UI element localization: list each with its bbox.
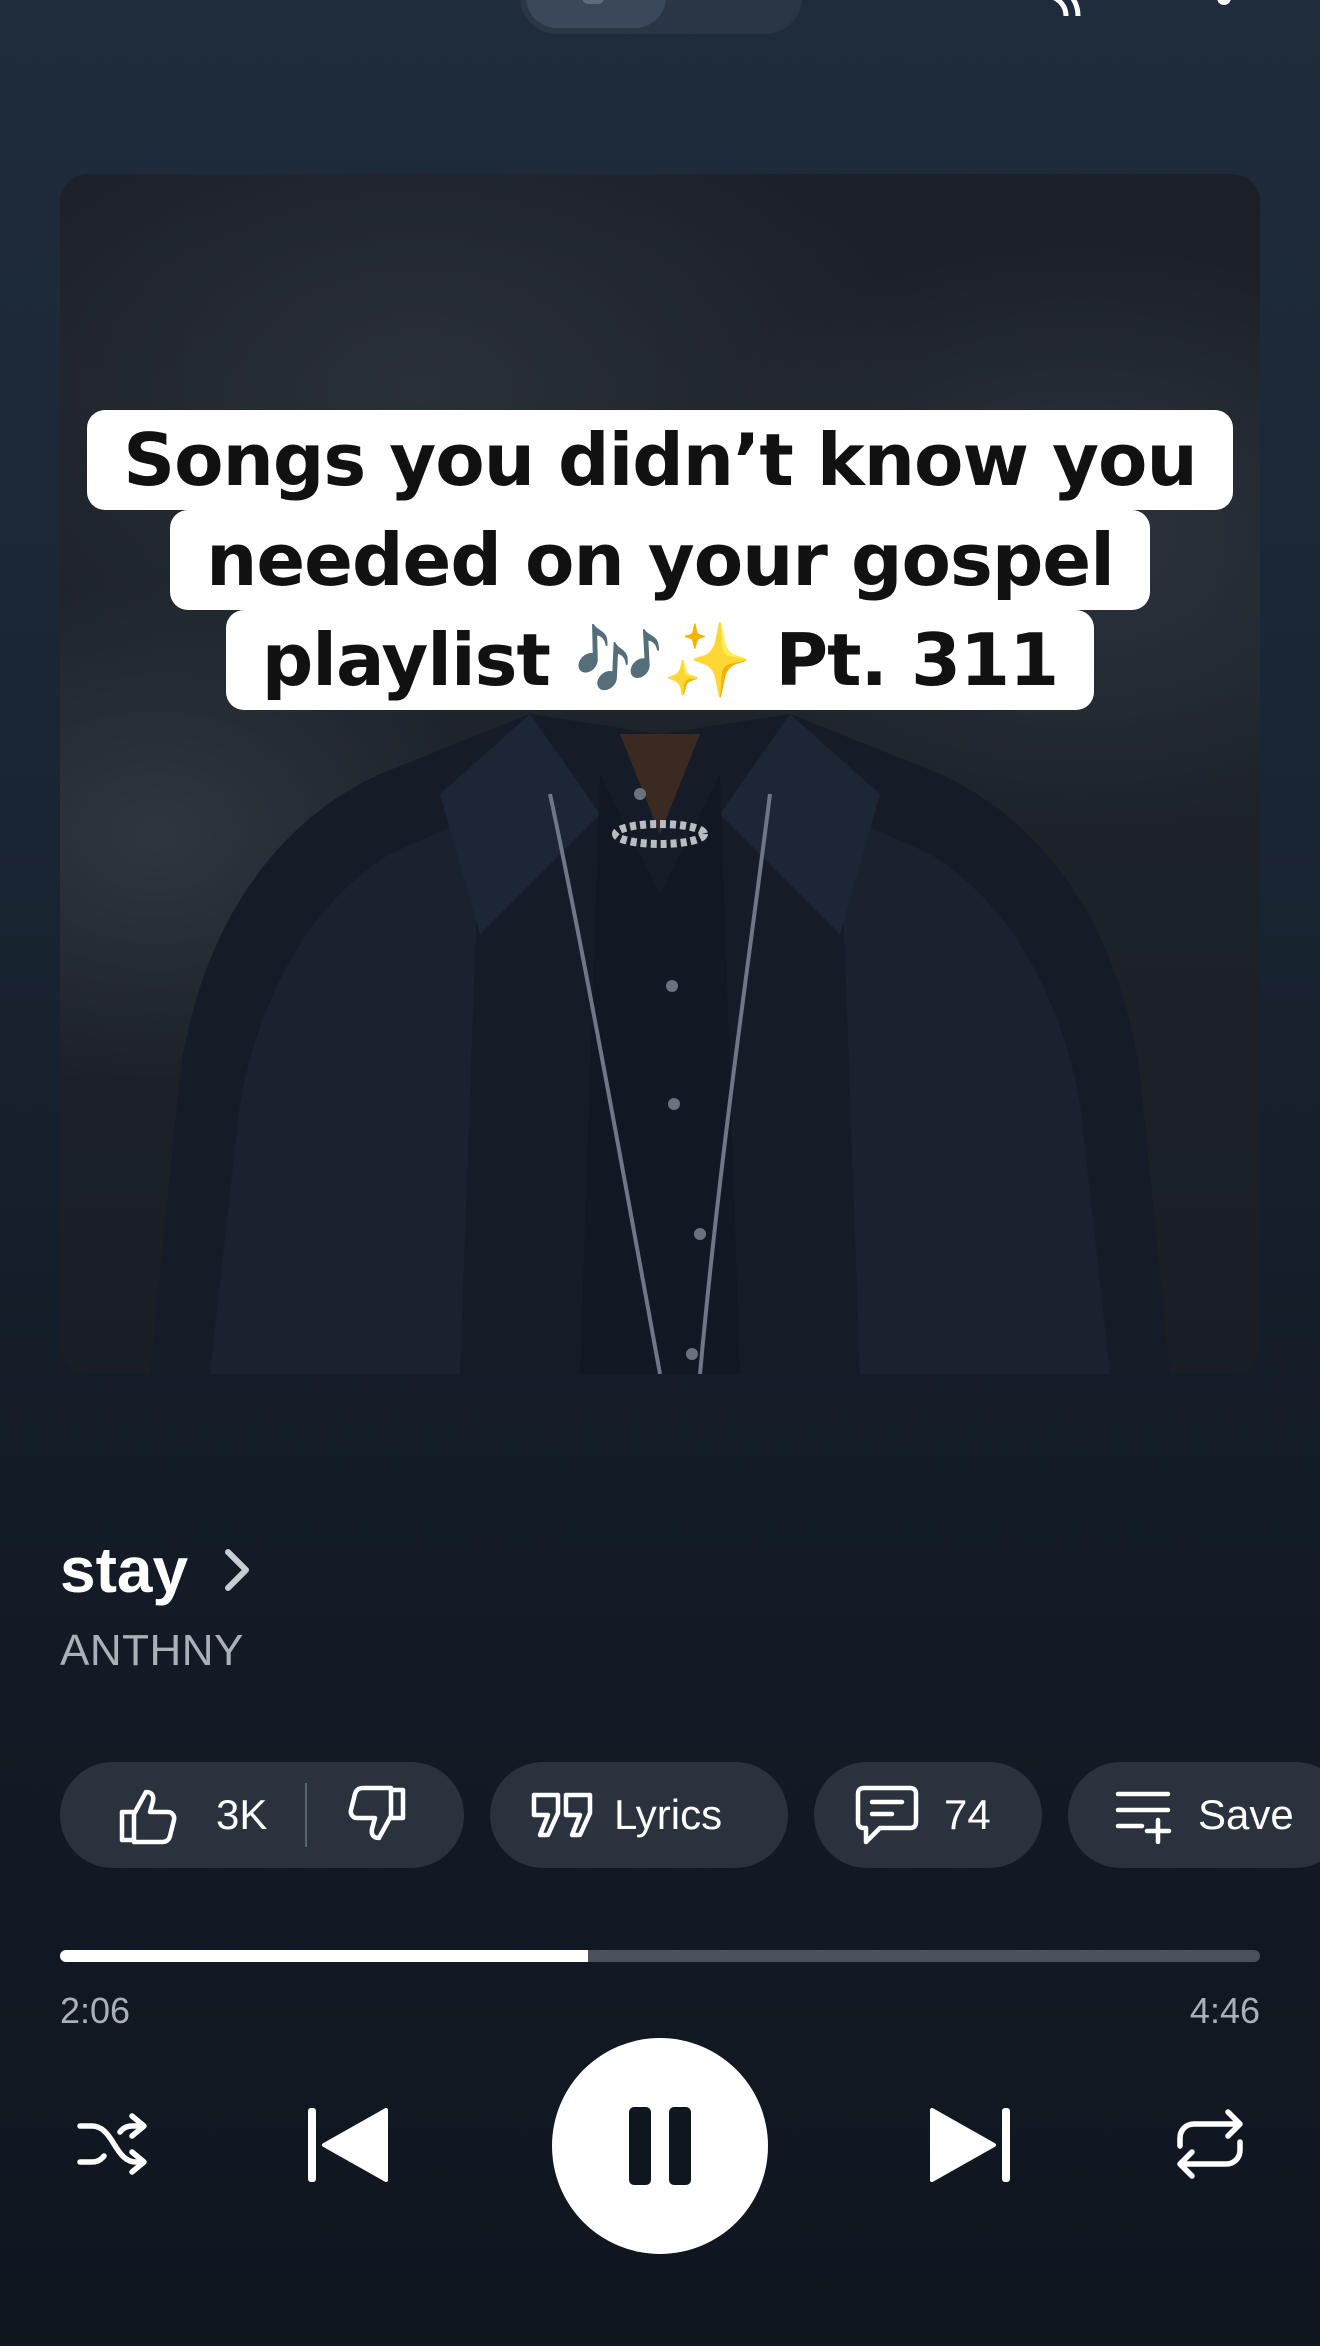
repeat-icon[interactable]: [1172, 2106, 1248, 2182]
view-toggle[interactable]: [520, 0, 802, 34]
caption-line: Songs you didn’t know you: [87, 410, 1233, 510]
comments-button[interactable]: 74: [814, 1762, 1042, 1868]
album-art-caption: Songs you didn’t know you needed on your…: [60, 410, 1260, 710]
elapsed-time: 2:06: [60, 1990, 131, 2031]
skip-next-icon[interactable]: [924, 2104, 1016, 2186]
caption-line: needed on your gospel: [170, 510, 1150, 610]
chevron-right-icon: [225, 1549, 250, 1591]
artist-name[interactable]: ANTHNY: [60, 1626, 244, 1676]
quote-icon: [531, 1792, 593, 1838]
album-art-figure: [150, 714, 1170, 1374]
save-label: Save: [1198, 1791, 1294, 1838]
chip-divider: [305, 1783, 308, 1847]
seek-bar[interactable]: [60, 1950, 1260, 1962]
toggle-song-segment[interactable]: [526, 0, 666, 28]
shuffle-icon[interactable]: [74, 2106, 150, 2182]
lyrics-label: Lyrics: [614, 1791, 723, 1838]
seek-bar-progress: [60, 1950, 588, 1962]
cast-icon[interactable]: [1042, 0, 1114, 16]
more-vertical-icon[interactable]: [1214, 0, 1234, 14]
track-title-link[interactable]: stay: [60, 1530, 258, 1610]
lyrics-button[interactable]: Lyrics: [490, 1762, 788, 1868]
thumbs-up-icon[interactable]: [116, 1784, 178, 1846]
comment-count: 74: [944, 1791, 991, 1838]
comment-icon: [855, 1785, 919, 1845]
like-count: 3K: [216, 1791, 268, 1838]
playlist-add-icon: [1115, 1791, 1172, 1844]
play-pause-button[interactable]: [552, 2038, 768, 2254]
thumbs-down-icon[interactable]: [347, 1784, 409, 1846]
total-duration: 4:46: [1189, 1990, 1260, 2031]
album-art: Songs you didn’t know you needed on your…: [60, 174, 1260, 1374]
track-title: stay: [60, 1534, 189, 1606]
pause-icon: [629, 2107, 691, 2185]
like-dislike-chip: 3K: [60, 1762, 464, 1868]
caption-line: playlist 🎶✨ Pt. 311: [225, 610, 1095, 710]
save-to-playlist-button[interactable]: Save: [1068, 1762, 1320, 1868]
skip-previous-icon[interactable]: [302, 2104, 394, 2186]
